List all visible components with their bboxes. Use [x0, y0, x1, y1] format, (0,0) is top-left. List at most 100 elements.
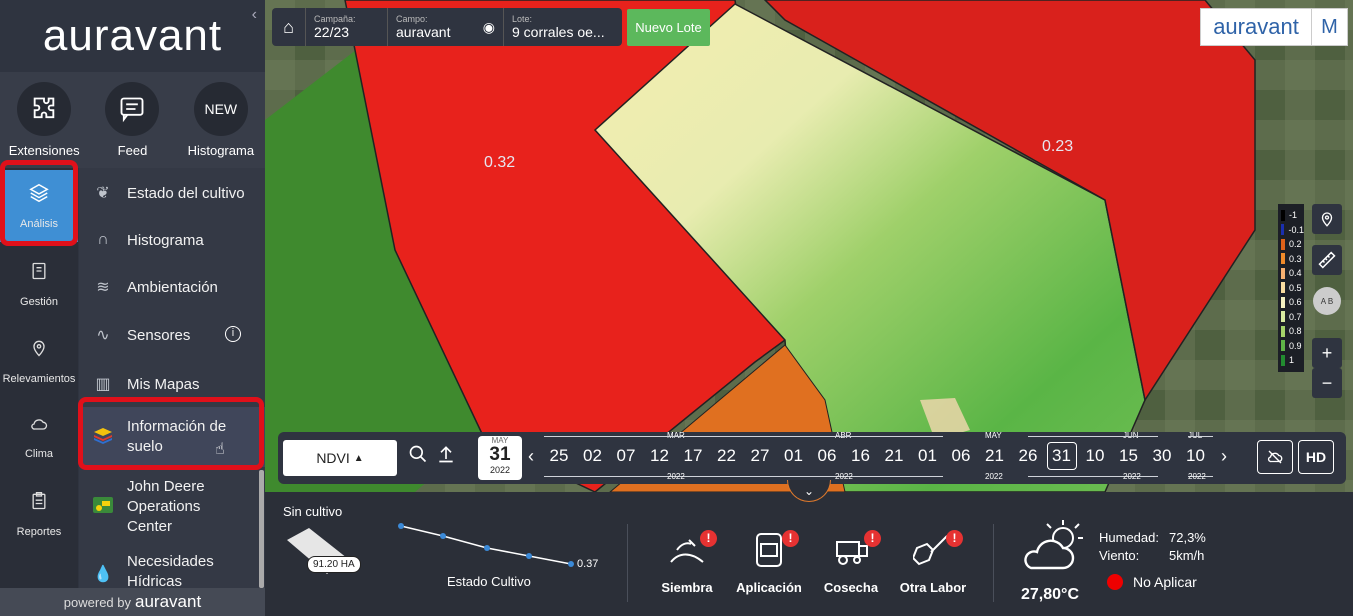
- timeline-date[interactable]: 10: [1181, 446, 1211, 466]
- user-avatar[interactable]: M: [1312, 8, 1348, 46]
- timeline-date[interactable]: 16: [846, 446, 876, 466]
- new-lot-button[interactable]: Nuevo Lote: [627, 9, 710, 46]
- timeline-date[interactable]: 06: [946, 446, 976, 466]
- timeline-date[interactable]: 21: [879, 446, 909, 466]
- field-selector[interactable]: Campo: auravant ◉: [388, 8, 504, 46]
- timeline-date[interactable]: 01: [913, 446, 943, 466]
- extensions-button[interactable]: Extensiones: [0, 72, 88, 168]
- action-siembra[interactable]: ! Siembra: [645, 530, 729, 595]
- action-cosecha[interactable]: ! Cosecha: [809, 530, 893, 595]
- nav-clima[interactable]: Clima: [0, 401, 78, 473]
- zoom-out-button[interactable]: −: [1312, 368, 1342, 398]
- timeline-date[interactable]: 01: [779, 446, 809, 466]
- collapse-sidebar-icon[interactable]: ‹: [252, 6, 257, 24]
- timeline-date[interactable]: 10: [1080, 446, 1110, 466]
- ruler-button[interactable]: [1312, 245, 1342, 275]
- upload-icon[interactable]: [436, 444, 456, 470]
- field-selector-bar: ⌂ Campaña: 22/23 Campo: auravant ◉ Lote:…: [272, 8, 622, 46]
- timeline-date[interactable]: 22: [712, 446, 742, 466]
- action-label: Siembra: [661, 580, 713, 595]
- timeline-date[interactable]: 27: [745, 446, 775, 466]
- area-badge: 91.20 HA: [307, 556, 361, 573]
- partly-cloudy-icon: [1024, 520, 1083, 570]
- zoom-in-button[interactable]: +: [1312, 338, 1342, 368]
- brand-logo: auravant: [42, 11, 223, 60]
- location-pin-button[interactable]: [1312, 204, 1342, 234]
- nav-gestion[interactable]: Gestión: [0, 248, 78, 320]
- timeline-date[interactable]: 15: [1114, 446, 1144, 466]
- timeline-date[interactable]: 06: [812, 446, 842, 466]
- divider: [627, 524, 628, 602]
- submenu-john-deere[interactable]: John Deere Operations Center: [79, 474, 265, 540]
- action-label: Cosecha: [823, 580, 879, 595]
- search-icon[interactable]: [408, 444, 428, 470]
- submenu-ambientacion[interactable]: ≋ Ambientación: [79, 264, 265, 310]
- new-badge: NEW: [193, 82, 248, 136]
- legend-value: 0.9: [1289, 340, 1302, 351]
- timeline-date[interactable]: 02: [578, 446, 608, 466]
- legend-value: 0.8: [1289, 326, 1302, 337]
- submenu-necesidades-hidricas[interactable]: 💧 Necesidades Hídricas: [79, 552, 265, 588]
- legend-value: 0.3: [1289, 253, 1302, 264]
- legend-swatch: [1281, 311, 1285, 323]
- timeline-date[interactable]: 21: [980, 446, 1010, 466]
- legend-value: 0.6: [1289, 297, 1302, 308]
- crop-status-sparkline: [398, 523, 574, 567]
- legend-value: 0.5: [1289, 282, 1302, 293]
- submenu-scrollbar[interactable]: [259, 470, 264, 588]
- legend-entry: -0.1: [1278, 223, 1304, 238]
- legend-entry: 0.8: [1278, 324, 1304, 339]
- notebook-icon: [29, 260, 49, 288]
- legend-entry: 0.4: [1278, 266, 1304, 281]
- timeline-date[interactable]: 12: [645, 446, 675, 466]
- selected-year: 2022: [489, 465, 511, 475]
- home-icon[interactable]: ⌂: [272, 8, 306, 46]
- timeline-year: 2022: [1188, 472, 1206, 481]
- submenu-label: Estado del cultivo: [127, 184, 245, 202]
- ndvi-legend: -1 -0.1 0.2 0.3 0.4 0.5 0.6 0.7 0.8 0.9 1: [1278, 204, 1304, 372]
- timeline-date[interactable]: 31: [1046, 442, 1077, 470]
- sidebar: auravant ‹ Extensiones Feed NEW Histogra…: [0, 0, 265, 616]
- top-shortcuts: Extensiones Feed NEW Histograma: [0, 72, 265, 168]
- nav-relevamientos[interactable]: Relevamientos: [0, 325, 78, 397]
- chevron-down-icon[interactable]: ⌄: [787, 480, 831, 502]
- timeline-date[interactable]: 07: [611, 446, 641, 466]
- app-root: auravant ‹ Extensiones Feed NEW Histogra…: [0, 0, 1353, 616]
- legend-value: 0.7: [1289, 311, 1302, 322]
- action-aplicacion[interactable]: ! Aplicación: [727, 530, 811, 595]
- legend-entry: -1: [1278, 208, 1304, 223]
- campaign-selector[interactable]: Campaña: 22/23: [306, 8, 388, 46]
- submenu-histograma[interactable]: ∩ Histograma: [79, 217, 265, 263]
- nav-reportes[interactable]: Reportes: [0, 478, 78, 550]
- histogram-shortcut-button[interactable]: NEW Histograma: [177, 72, 265, 168]
- submenu-estado-cultivo[interactable]: ❦ Estado del cultivo: [79, 170, 265, 216]
- lot-label: Lote:: [512, 14, 533, 24]
- index-selector[interactable]: NDVI ▲: [283, 440, 397, 476]
- submenu-label: John Deere Operations Center: [127, 478, 205, 535]
- action-otra-labor[interactable]: ! Otra Labor: [891, 530, 975, 595]
- plant-icon: ❦: [96, 185, 110, 202]
- info-icon[interactable]: i: [225, 326, 241, 342]
- timeline-rule: [544, 436, 943, 437]
- timeline-prev-icon[interactable]: ‹: [528, 446, 534, 467]
- field-value-left: 0.32: [484, 154, 516, 171]
- timeline-date[interactable]: 26: [1013, 446, 1043, 466]
- lot-selector[interactable]: Lote: 9 corrales oe...: [504, 8, 622, 46]
- eye-icon[interactable]: ◉: [483, 19, 495, 36]
- nav-relevamientos-label: Relevamientos: [2, 373, 76, 385]
- selected-date[interactable]: MAY 31 2022: [478, 436, 522, 480]
- submenu-sensores[interactable]: ∿ Sensores i: [79, 312, 265, 358]
- compare-ab-button[interactable]: A B: [1312, 286, 1342, 316]
- timeline-date[interactable]: 25: [544, 446, 574, 466]
- feed-button[interactable]: Feed: [88, 72, 176, 168]
- timeline-next-icon[interactable]: ›: [1221, 446, 1227, 467]
- timeline-year: 2022: [835, 472, 853, 481]
- timeline-date[interactable]: 30: [1147, 446, 1177, 466]
- map-canvas[interactable]: 0.32 0.23: [265, 0, 1353, 492]
- cloud-filter-button[interactable]: [1257, 440, 1293, 474]
- timeline-date[interactable]: 17: [678, 446, 708, 466]
- caret-up-icon: ▲: [353, 452, 364, 464]
- powered-by-text: powered by: [63, 594, 132, 610]
- account-brand[interactable]: auravant M: [1200, 8, 1348, 46]
- hd-button[interactable]: HD: [1298, 440, 1334, 474]
